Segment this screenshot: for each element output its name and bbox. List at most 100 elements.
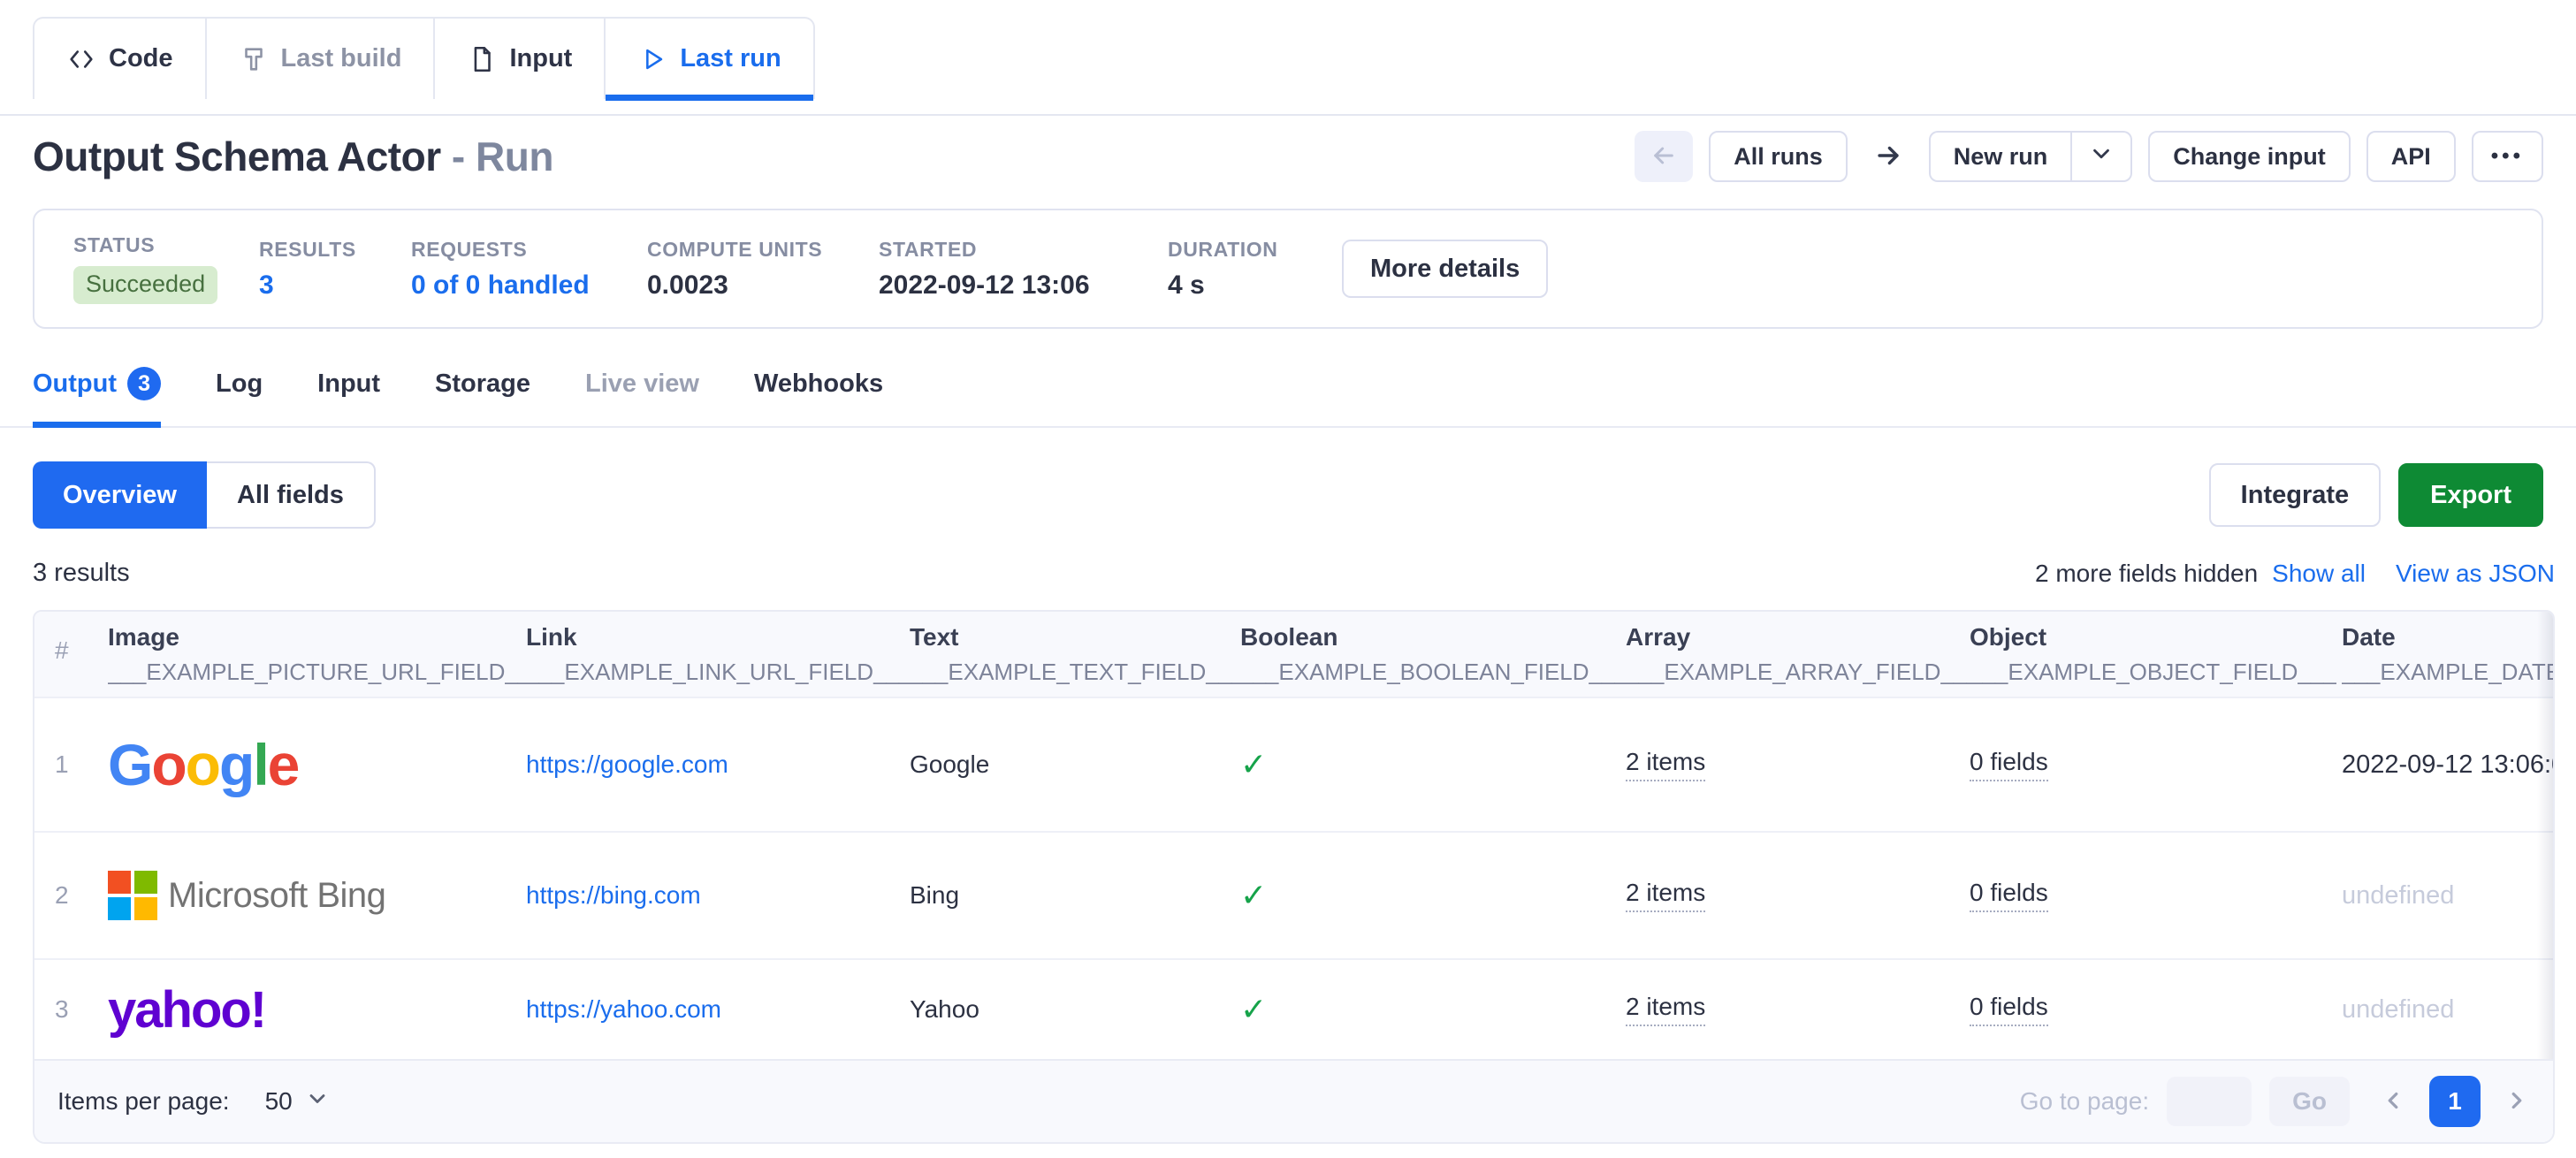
- image-cell[interactable]: Microsoft Bing: [108, 871, 526, 920]
- google-logo-letter: o: [186, 732, 219, 797]
- google-logo-letter: g: [219, 732, 253, 797]
- image-cell[interactable]: Google: [108, 731, 526, 798]
- column-header-boolean[interactable]: Boolean ___EXAMPLE_BOOLEAN_FIELD___: [1240, 623, 1626, 686]
- tab-live-view[interactable]: Live view: [585, 357, 699, 410]
- row-index: 1: [55, 750, 108, 779]
- started-label: STARTED: [879, 238, 1168, 262]
- google-logo-letter: G: [108, 732, 151, 797]
- boolean-check-icon: ✓: [1240, 991, 1626, 1028]
- next-run-button[interactable]: [1863, 131, 1913, 182]
- compute-units-value: 0.0023: [647, 270, 879, 301]
- summary-compute-units: COMPUTE UNITS 0.0023: [647, 238, 879, 301]
- all-runs-button[interactable]: All runs: [1709, 131, 1848, 182]
- show-all-link[interactable]: Show all: [2272, 560, 2366, 588]
- table-row[interactable]: 2 Microsoft Bing https://bing.com Bing ✓…: [34, 831, 2553, 958]
- array-items-link[interactable]: 2 items: [1626, 993, 1705, 1026]
- column-image-label: Image: [108, 623, 526, 651]
- ms-square: [134, 897, 157, 920]
- google-logo: Google: [108, 732, 298, 797]
- arrow-right-icon: [1873, 141, 1903, 173]
- ms-square: [134, 871, 157, 894]
- column-header-link[interactable]: Link ___EXAMPLE_LINK_URL_FIELD___: [526, 623, 910, 686]
- tab-webhooks[interactable]: Webhooks: [754, 357, 883, 410]
- tab-last-run-label: Last run: [680, 44, 781, 73]
- next-page-button[interactable]: [2504, 1087, 2530, 1116]
- integrate-button[interactable]: Integrate: [2209, 463, 2381, 527]
- column-index-label: #: [55, 636, 108, 665]
- more-actions-button[interactable]: •••: [2472, 131, 2543, 182]
- tab-last-build-label: Last build: [281, 44, 402, 73]
- results-value[interactable]: 3: [259, 270, 411, 301]
- bing-logo: Microsoft Bing: [108, 871, 526, 920]
- ms-square: [108, 897, 131, 920]
- output-actions: Integrate Export: [2209, 463, 2543, 527]
- chevron-left-icon: [2380, 1087, 2406, 1116]
- overview-toggle-button[interactable]: Overview: [33, 461, 207, 529]
- view-as-json-link[interactable]: View as JSON: [2396, 560, 2555, 588]
- page-title-text: Output Schema Actor: [33, 133, 441, 179]
- table-row[interactable]: 1 Google https://google.com Google ✓ 2 i…: [34, 697, 2553, 831]
- array-items-link[interactable]: 2 items: [1626, 879, 1705, 912]
- tab-run-input-label: Input: [317, 369, 380, 399]
- tab-output[interactable]: Output 3: [33, 357, 161, 410]
- results-label: RESULTS: [259, 238, 411, 262]
- export-button[interactable]: Export: [2398, 463, 2543, 527]
- tab-bar-divider: [0, 114, 2576, 116]
- requests-value[interactable]: 0 of 0 handled: [411, 270, 647, 301]
- api-button[interactable]: API: [2366, 131, 2456, 182]
- chevron-right-icon: [2504, 1087, 2530, 1116]
- more-details-button[interactable]: More details: [1342, 240, 1548, 298]
- image-cell[interactable]: yahoo!: [108, 980, 526, 1040]
- change-input-button[interactable]: Change input: [2148, 131, 2350, 182]
- column-header-date[interactable]: Date ___EXAMPLE_DATE_FIELD___: [2342, 623, 2553, 686]
- object-fields-link[interactable]: 0 fields: [1970, 993, 2048, 1026]
- goto-page-group: Go to page: Go: [2020, 1077, 2350, 1126]
- view-toggle: Overview All fields: [33, 461, 376, 529]
- column-header-object[interactable]: Object ___EXAMPLE_OBJECT_FIELD___: [1970, 623, 2342, 686]
- column-header-array[interactable]: Array ___EXAMPLE_ARRAY_FIELD___: [1626, 623, 1970, 686]
- results-count: 3 results: [33, 559, 130, 588]
- goto-page-input[interactable]: [2167, 1077, 2252, 1126]
- row-index: 3: [55, 995, 108, 1024]
- boolean-check-icon: ✓: [1240, 877, 1626, 914]
- tab-input[interactable]: Input: [435, 19, 606, 99]
- status-label: STATUS: [73, 233, 259, 257]
- tab-last-build[interactable]: Last build: [207, 19, 436, 99]
- column-text-label: Text: [910, 623, 1240, 651]
- tab-storage[interactable]: Storage: [435, 357, 530, 410]
- array-items-link[interactable]: 2 items: [1626, 748, 1705, 781]
- previous-page-button[interactable]: [2380, 1087, 2406, 1116]
- row-index: 2: [55, 881, 108, 910]
- new-run-dropdown-button[interactable]: [2071, 131, 2132, 182]
- object-fields-link[interactable]: 0 fields: [1970, 748, 2048, 781]
- summary-results: RESULTS 3: [259, 238, 411, 301]
- table-row[interactable]: 3 yahoo! https://yahoo.com Yahoo ✓ 2 ite…: [34, 958, 2553, 1059]
- items-per-page-label: Items per page:: [57, 1087, 230, 1116]
- hidden-fields-note: 2 more fields hidden Show all View as JS…: [2035, 560, 2555, 588]
- boolean-check-icon: ✓: [1240, 746, 1626, 783]
- row-text: Yahoo: [910, 995, 1240, 1024]
- column-header-image[interactable]: Image ___EXAMPLE_PICTURE_URL_FIELD___: [108, 623, 526, 686]
- tab-last-run[interactable]: Last run: [606, 19, 812, 99]
- tab-log[interactable]: Log: [216, 357, 263, 410]
- new-run-button[interactable]: New run: [1929, 131, 2072, 182]
- all-fields-toggle-button[interactable]: All fields: [207, 461, 376, 529]
- column-boolean-label: Boolean: [1240, 623, 1626, 651]
- go-button[interactable]: Go: [2269, 1077, 2350, 1126]
- column-date-label: Date: [2342, 623, 2553, 651]
- table-header-row: # Image ___EXAMPLE_PICTURE_URL_FIELD___ …: [34, 612, 2553, 697]
- object-fields-link[interactable]: 0 fields: [1970, 879, 2048, 912]
- document-icon: [467, 44, 497, 74]
- previous-run-button[interactable]: [1635, 131, 1693, 182]
- current-page-button[interactable]: 1: [2429, 1076, 2481, 1127]
- tab-run-input[interactable]: Input: [317, 357, 380, 410]
- row-link[interactable]: https://bing.com: [526, 881, 701, 909]
- summary-duration: DURATION 4 s: [1168, 238, 1342, 301]
- column-header-text[interactable]: Text ___EXAMPLE_TEXT_FIELD___: [910, 623, 1240, 686]
- row-link[interactable]: https://yahoo.com: [526, 995, 721, 1023]
- row-link[interactable]: https://google.com: [526, 750, 728, 778]
- page-size-select[interactable]: 50: [265, 1086, 330, 1117]
- tab-code[interactable]: Code: [34, 19, 207, 99]
- new-run-split-button: New run: [1929, 131, 2133, 182]
- row-date: undefined: [2342, 881, 2553, 910]
